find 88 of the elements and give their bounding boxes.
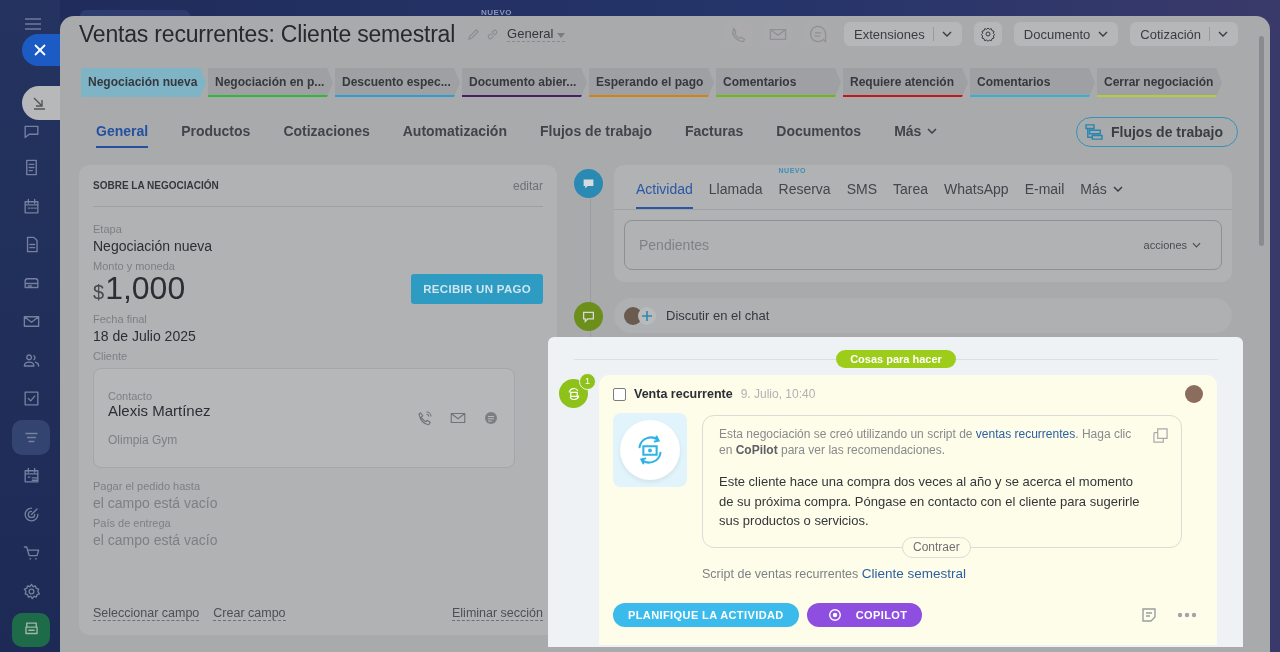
activity-tab[interactable]: WhatsApp <box>944 181 1009 209</box>
checkbox[interactable] <box>613 387 626 401</box>
todo-time: 9. Julio, 10:40 <box>740 387 816 401</box>
intro-text: Esta negociación se creó utilizando un script de ventas recurrentes. Haga clic en CoPilot para ver las recomendaciones. <box>719 426 1133 458</box>
comment-icon <box>582 177 595 190</box>
caret-icon <box>1192 242 1201 248</box>
field-value[interactable]: 18 de Julio 2025 <box>93 328 543 344</box>
company-name: Olimpia Gym <box>108 432 179 447</box>
target-icon <box>21 504 41 524</box>
script-link[interactable]: Cliente semestral <box>861 565 967 581</box>
close-button[interactable] <box>22 34 60 66</box>
stage-step[interactable]: Negociación en p... <box>208 68 333 97</box>
tab[interactable]: Automatización <box>402 116 507 148</box>
activity-tab[interactable]: Llamada <box>708 181 763 209</box>
tab[interactable]: Cotizaciones <box>283 116 370 148</box>
stage-step[interactable]: Negociación nueva <box>81 68 206 97</box>
avatar <box>1185 385 1203 403</box>
minimize-icon <box>32 96 46 110</box>
stage-step[interactable]: Comentarios <box>716 68 841 97</box>
collapse-button[interactable]: Contraer <box>902 536 971 558</box>
checkbox-icon <box>21 389 41 409</box>
section-title: SOBRE LA NEGOCIACIÓN <box>93 180 219 191</box>
stage-step[interactable]: Requiere atención <box>843 68 968 97</box>
note-icon[interactable] <box>1141 606 1157 623</box>
stage-step[interactable]: Comentarios <box>970 68 1095 97</box>
message-text: Este cliente hace una compra dos veces al año y se acerca el momento de su próxima compra. Póngase en contacto con el cliente para sugerirle sus productos o servicios. <box>719 473 1141 530</box>
app-button[interactable] <box>12 612 50 647</box>
caret-icon <box>927 128 938 134</box>
edit-link[interactable]: editar <box>512 178 543 193</box>
caret-icon <box>557 33 565 38</box>
field-link[interactable]: Crear campo <box>213 606 286 621</box>
stage-step[interactable]: Cerrar negociación <box>1097 68 1222 97</box>
tab[interactable]: Más <box>894 116 938 148</box>
settings-icon <box>21 581 41 601</box>
pipeline-dropdown[interactable]: General <box>507 26 565 42</box>
settings-button[interactable] <box>973 22 1002 46</box>
settings-icon <box>979 26 996 42</box>
field-link[interactable]: Seleccionar campo <box>93 606 200 621</box>
copilot-button[interactable]: COPILOT <box>806 602 923 627</box>
contact-label: Contacto <box>108 389 154 402</box>
script-label: Script de ventas recurrentes Cliente semestral <box>702 565 968 581</box>
todo-title: Venta recurrente <box>634 387 733 401</box>
tab[interactable]: Facturas <box>685 116 744 148</box>
more-icon[interactable] <box>1177 611 1197 618</box>
tab[interactable]: Flujos de trabajo <box>539 116 652 148</box>
discuss-in-chat-button[interactable]: Discutir en el chat <box>614 298 1232 333</box>
new-label: NUEVO <box>481 8 512 17</box>
split-button[interactable]: Cotización <box>1130 22 1238 46</box>
activity-tab[interactable]: Tarea <box>893 181 929 209</box>
dropdown-button[interactable]: Documento <box>1013 22 1119 46</box>
menu-icon[interactable] <box>25 18 41 30</box>
copy-icon[interactable] <box>1153 428 1168 443</box>
cart-icon <box>21 543 41 563</box>
copilot-icon <box>827 607 842 622</box>
tab[interactable]: General <box>96 116 149 148</box>
amount-value: $1,000 <box>93 270 186 307</box>
stage-step[interactable]: Descuento espec... <box>335 68 460 97</box>
tab[interactable]: Productos <box>181 116 251 148</box>
caret-icon <box>1218 31 1228 37</box>
split-button[interactable]: Extensiones <box>844 22 962 46</box>
stage-step[interactable]: Esperando el pago <box>589 68 714 97</box>
calendar-icon <box>21 196 41 216</box>
deal-title: Ventas recurrentes: Cliente semestral <box>79 20 456 48</box>
field-value[interactable]: Negociación nueva <box>93 238 543 254</box>
activity-tab[interactable]: Más <box>1080 181 1123 209</box>
count-badge: 1 <box>579 373 596 390</box>
close-icon <box>34 44 46 56</box>
scrollbar[interactable] <box>1259 36 1264 246</box>
minimize-button[interactable] <box>22 86 60 120</box>
delete-section-link[interactable]: Eliminar sección <box>452 606 543 621</box>
stage-step[interactable]: Documento abier... <box>462 68 587 97</box>
chat-icon[interactable] <box>482 409 500 427</box>
chat-icon <box>582 310 595 323</box>
activity-tab[interactable]: SMS <box>846 181 877 209</box>
tab[interactable]: Documentos <box>776 116 862 148</box>
actions-dropdown[interactable]: acciones <box>1137 238 1207 252</box>
activity-tab[interactable]: Actividad <box>636 181 693 209</box>
add-icon <box>638 306 656 325</box>
caret-icon <box>941 31 952 37</box>
receive-payment-button[interactable]: RECIBIR UN PAGO <box>411 273 543 304</box>
contact-name[interactable]: Alexis Martínez <box>108 401 211 419</box>
activity-tab[interactable]: E-mail <box>1024 181 1065 209</box>
section-label: Cosas para hacer <box>836 350 956 368</box>
phone-icon[interactable] <box>416 409 434 427</box>
caret-icon <box>1112 186 1123 192</box>
schedule-icon <box>21 466 41 486</box>
caret-icon <box>1098 31 1109 37</box>
workflow-icon <box>1085 124 1103 140</box>
